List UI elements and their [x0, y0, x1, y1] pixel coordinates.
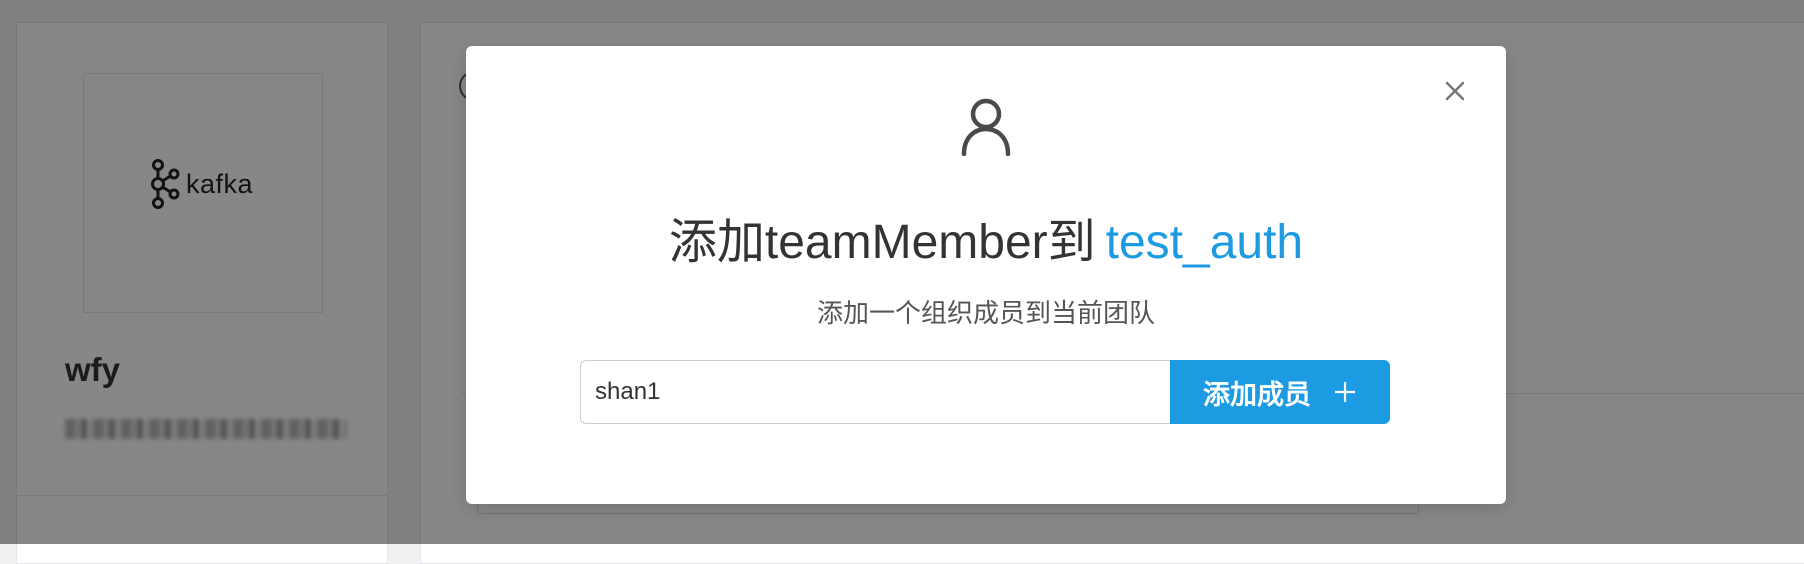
add-team-member-dialog: 添加teamMember到test_auth 添加一个组织成员到当前团队 添加成… — [466, 46, 1506, 504]
close-icon — [1445, 81, 1465, 101]
dialog-title: 添加teamMember到 test_auth — [466, 214, 1506, 272]
plus-icon — [1335, 382, 1355, 402]
user-icon — [961, 98, 1011, 156]
dialog-subtitle: 添加一个组织成员到当前团队 — [816, 298, 1155, 328]
member-name-input[interactable] — [580, 360, 1170, 424]
dialog-title-prefix: 添加teamMember到 — [668, 216, 1096, 269]
team-name: test_auth — [1105, 216, 1304, 269]
add-member-form: 添加成员 — [580, 360, 1390, 424]
add-member-button[interactable]: 添加成员 — [1170, 360, 1390, 424]
close-button[interactable] — [1440, 76, 1470, 106]
add-member-button-label: 添加成员 — [1203, 379, 1311, 410]
